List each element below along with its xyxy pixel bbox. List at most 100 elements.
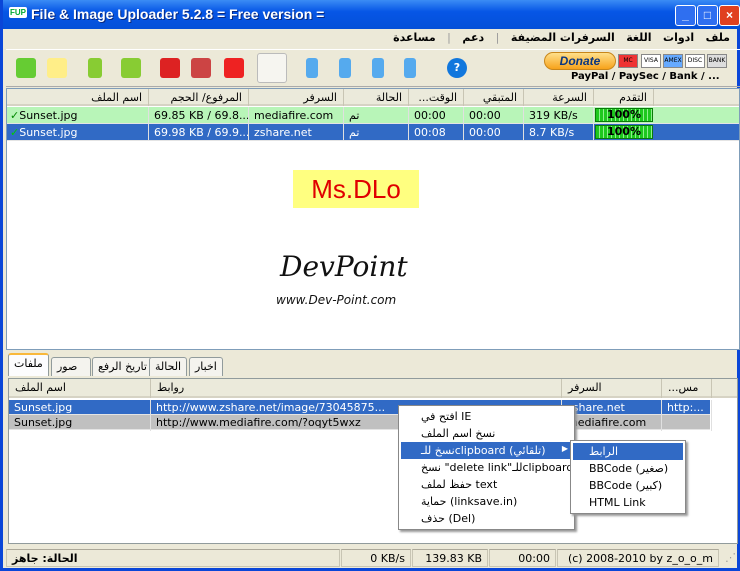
upload-icon[interactable] [88, 58, 102, 78]
menu-protect-linksave[interactable]: حماية (linksave.in) [401, 493, 572, 510]
stop-one-icon[interactable] [160, 58, 180, 78]
move-bottom-icon[interactable] [404, 58, 416, 78]
resume-upload-icon[interactable] [121, 58, 141, 78]
status-time: 00:00 [489, 549, 556, 567]
link-row[interactable]: Sunset.jpg http://www.zshare.net/image/7… [9, 400, 712, 416]
tab-files[interactable]: ملفات [8, 353, 49, 376]
check-icon: ✓ [10, 126, 20, 139]
menu-separator: | [447, 31, 451, 44]
menu-support[interactable]: دعم [458, 29, 488, 46]
menu-file[interactable]: ملف [702, 29, 734, 46]
move-down-icon[interactable] [372, 58, 384, 78]
remaining: 00:00 [464, 107, 524, 123]
context-menu: افتح في IE نسخ اسم الملف نسخ للـclipboar… [398, 405, 575, 530]
menu-bar: ملف ادوات اللغة السرفرات المضيفة | دعم |… [6, 29, 740, 47]
menu-copy-delete-link[interactable]: نسخ "delete link"للـclipboard [401, 459, 573, 476]
menu-language[interactable]: اللغة [622, 29, 655, 46]
progress-bar: 100% [595, 108, 653, 122]
menu-copy-filename[interactable]: نسخ اسم الملف [401, 425, 572, 442]
status-state: الحالة: جاهز [6, 549, 340, 567]
tab-status[interactable]: الحالة [149, 357, 188, 376]
devpoint-logo: DevPoint [280, 250, 408, 283]
col-status[interactable]: الحالة [344, 89, 409, 106]
submenu-bbcode-large[interactable]: BBCode (كبير) [573, 477, 683, 494]
upload-row[interactable]: ✓Sunset.jpg 69.98 KB / 69.9... zshare.ne… [7, 124, 739, 141]
status: تم [344, 124, 409, 140]
add-icon[interactable] [16, 58, 36, 78]
menu-hosts[interactable]: السرفرات المضيفة [507, 29, 619, 46]
status: تم [344, 107, 409, 123]
filename: Sunset.jpg [19, 126, 78, 139]
server: mediafire.com [562, 415, 662, 431]
minimize-button[interactable]: _ [675, 5, 696, 26]
col-filename[interactable]: اسم الملف [7, 89, 149, 106]
col-server[interactable]: السرفر [249, 89, 344, 106]
extra [662, 415, 712, 431]
col-progress[interactable]: التقدم [594, 89, 654, 106]
mastercard-icon: MC [618, 54, 638, 68]
close-button[interactable]: × [719, 5, 740, 26]
upload-row[interactable]: ✓Sunset.jpg 69.85 KB / 69.8... mediafire… [7, 107, 739, 124]
app-logo: FUP [9, 7, 27, 18]
col-extra[interactable]: ...مس [662, 379, 712, 398]
menu-save-to-text[interactable]: حفظ لملف text [401, 476, 572, 493]
col-filename[interactable]: اسم الملف [9, 379, 151, 398]
col-size[interactable]: المرفوع/ الحجم [149, 89, 249, 106]
settings-icon[interactable] [257, 53, 287, 83]
filename: Sunset.jpg [19, 109, 78, 122]
move-icon[interactable] [191, 58, 211, 78]
discover-icon: DISC [685, 54, 705, 68]
progress-bar: 100% [595, 125, 653, 139]
links-list-header: اسم الملف روابط السرفر ...مس [9, 379, 737, 398]
resize-grip-icon[interactable]: ⋰ [720, 549, 740, 567]
menu-tools[interactable]: ادوات [659, 29, 698, 46]
upload-list[interactable]: اسم الملف المرفوع/ الحجم السرفر الحالة .… [6, 88, 740, 350]
visa-icon: VISA [641, 54, 661, 68]
help-icon[interactable]: ? [447, 58, 467, 78]
submenu-bbcode-small[interactable]: BBCode (صغير) [573, 460, 683, 477]
move-up-icon[interactable] [339, 58, 351, 78]
size: 69.98 KB / 69.9... [149, 124, 249, 140]
speed: 8.7 KB/s [524, 124, 594, 140]
filename: Sunset.jpg [9, 400, 151, 416]
menu-label: نسخ للـclipboard (تلقائي) [421, 444, 546, 457]
tab-news[interactable]: اخبار [189, 357, 223, 376]
menu-copy-to-clipboard[interactable]: نسخ للـclipboard (تلقائي) ▶ [401, 442, 572, 459]
server: mediafire.com [249, 107, 344, 123]
devpoint-url: www.Dev-Point.com [276, 293, 397, 307]
menu-delete[interactable]: حذف (Del) [401, 510, 572, 527]
server: zshare.net [249, 124, 344, 140]
col-server[interactable]: السرفر [562, 379, 662, 398]
toolbar: ? Donate MC VISA AMEX DISC BANK PayPal /… [6, 49, 740, 87]
upload-list-header: اسم الملف المرفوع/ الحجم السرفر الحالة .… [7, 89, 739, 106]
submenu-html-link[interactable]: HTML Link [573, 494, 683, 511]
watermark-label: Ms.DLo [293, 170, 419, 208]
payment-methods: PayPal / PaySec / Bank / ... [571, 71, 720, 82]
menu-help[interactable]: مساعدة [389, 29, 440, 46]
donate-button[interactable]: Donate [544, 52, 616, 70]
menu-separator: | [495, 31, 500, 44]
bank-icon: BANK [707, 54, 727, 68]
col-time[interactable]: ...الوقت [409, 89, 464, 106]
tab-upload-history[interactable]: تاريخ الرفع [92, 357, 153, 376]
remaining: 00:00 [464, 124, 524, 140]
submenu: الرابط BBCode (صغير) BBCode (كبير) HTML … [570, 440, 686, 514]
col-links[interactable]: روابط [151, 379, 562, 398]
col-remaining[interactable]: المتبقي [464, 89, 524, 106]
size: 69.85 KB / 69.8... [149, 107, 249, 123]
link-row[interactable]: Sunset.jpg http://www.mediafire.com/?oqy… [9, 415, 712, 431]
move-top-icon[interactable] [306, 58, 318, 78]
status-total: 139.83 KB [412, 549, 488, 567]
menu-open-in-ie[interactable]: افتح في IE [401, 408, 572, 425]
status-copyright: (c) 2008-2010 by z_o_o_m [557, 549, 719, 567]
stop-icon[interactable] [224, 58, 244, 78]
col-speed[interactable]: السرعة [524, 89, 594, 106]
submenu-arrow-icon: ▶ [561, 444, 568, 453]
maximize-button[interactable]: □ [697, 5, 718, 26]
submenu-link[interactable]: الرابط [573, 443, 683, 460]
filename: Sunset.jpg [9, 415, 151, 431]
add-folder-icon[interactable] [47, 58, 67, 78]
tab-images[interactable]: صور [51, 357, 91, 376]
time: 00:08 [409, 124, 464, 140]
window-title: File & Image Uploader 5.2.8 = Free versi… [31, 6, 325, 22]
